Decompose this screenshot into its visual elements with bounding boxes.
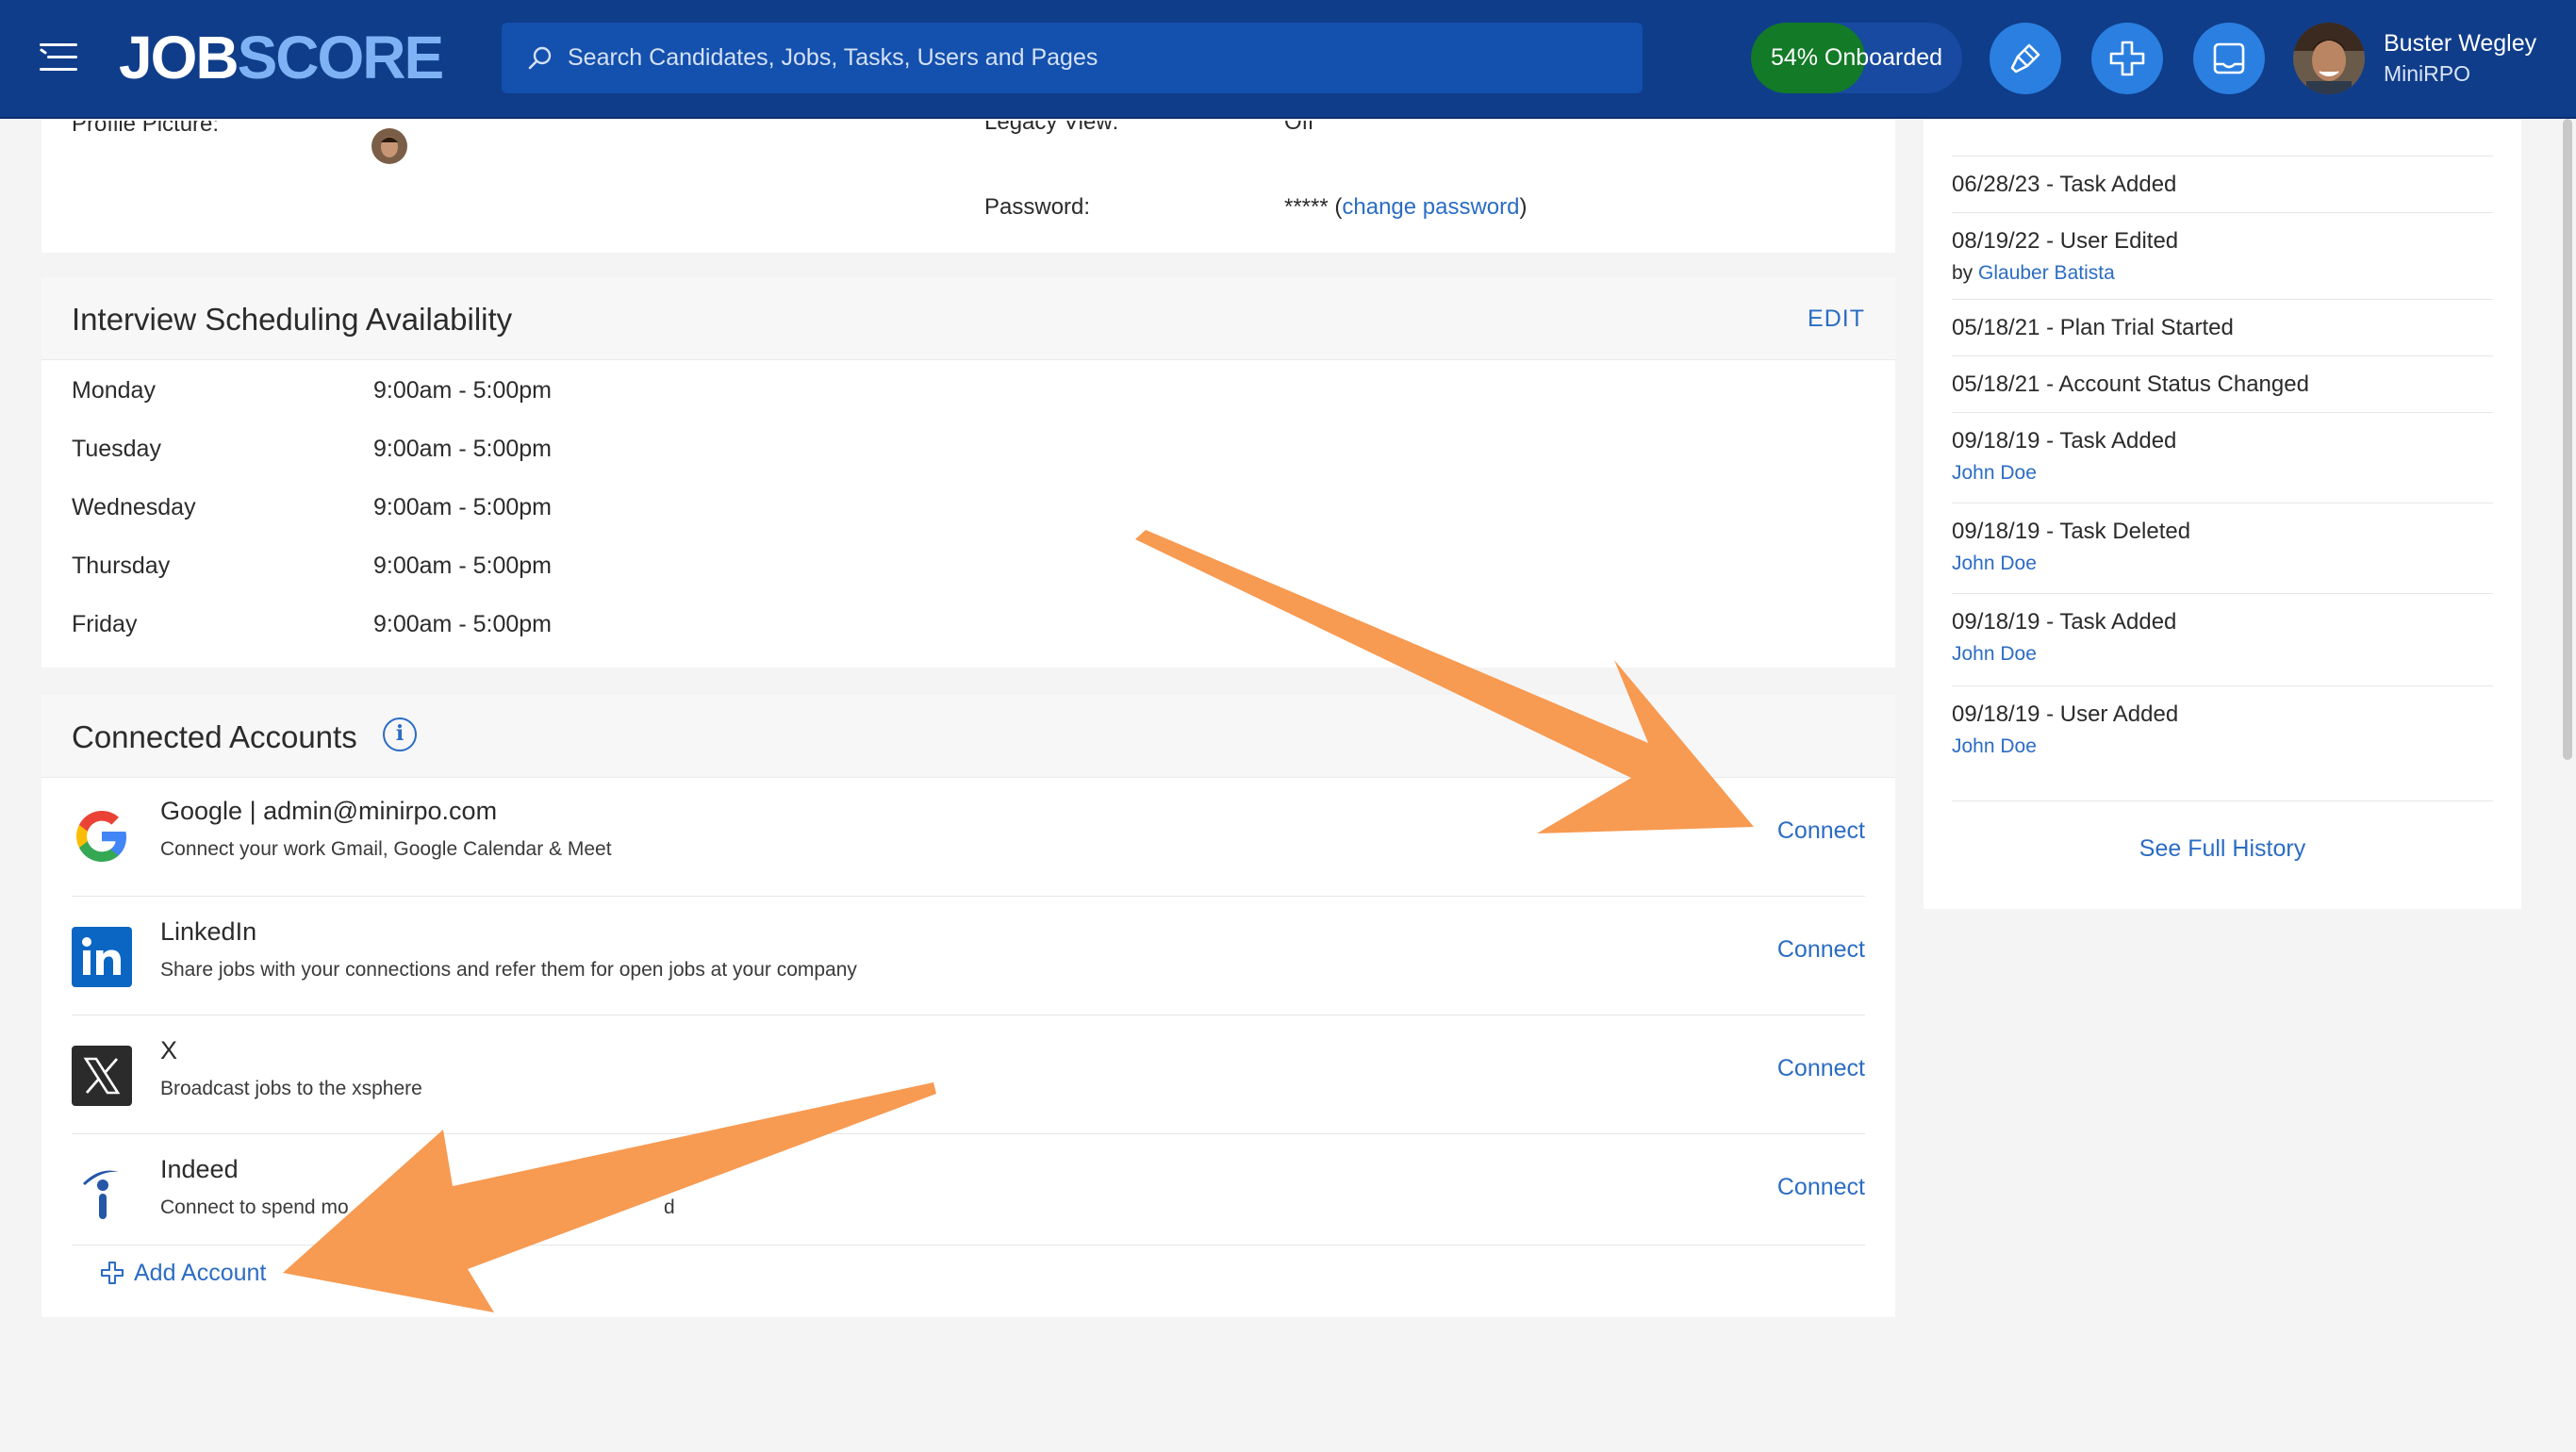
user-name[interactable]: Buster Wegley bbox=[2384, 30, 2536, 58]
history-event: 09/18/19 - User Added bbox=[1952, 701, 2179, 727]
connect-linkedin-button[interactable]: Connect bbox=[1777, 936, 1865, 964]
history-item: 08/19/22 - User Edited by Glauber Batist… bbox=[1952, 213, 2493, 300]
account-row-indeed: Indeed Connect to spend mo d Connect bbox=[72, 1134, 1865, 1246]
accounts-title: Connected Accounts bbox=[72, 719, 357, 754]
global-search[interactable] bbox=[502, 23, 1643, 93]
paren-close: ) bbox=[1519, 194, 1527, 220]
search-icon bbox=[528, 46, 552, 69]
history-actor-link[interactable]: John Doe bbox=[1952, 462, 2037, 485]
account-name: Google | admin@minirpo.com bbox=[160, 797, 498, 825]
history-item: 05/18/21 - Account Status Changed bbox=[1952, 356, 2493, 413]
password-label: Password: bbox=[984, 194, 1091, 220]
account-row-linkedin: LinkedIn Share jobs with your connection… bbox=[72, 897, 1865, 1015]
history-item: 09/18/19 - Task Added John Doe bbox=[1952, 594, 2493, 686]
history-event: 08/19/22 - User Edited bbox=[1952, 228, 2179, 254]
search-input[interactable] bbox=[568, 44, 1605, 72]
history-actor-link[interactable]: John Doe bbox=[1952, 553, 2037, 575]
day-hours: 9:00am - 5:00pm bbox=[373, 494, 552, 520]
user-avatar[interactable] bbox=[2293, 23, 2365, 94]
add-new-button[interactable] bbox=[2091, 23, 2163, 94]
profile-details-card: Profile Picture: Legacy View: Off Passwo… bbox=[41, 119, 1895, 253]
onboarding-progress-label: 54% Onboarded bbox=[1770, 44, 1943, 71]
history-event: 05/18/21 - Account Status Changed bbox=[1952, 371, 2309, 397]
day-name: Monday bbox=[72, 377, 156, 404]
day-name: Thursday bbox=[72, 553, 171, 579]
page-scrollbar-thumb[interactable] bbox=[2563, 119, 2572, 760]
account-description: Connect to spend mo bbox=[160, 1196, 349, 1218]
history-item: 05/18/21 - Plan Trial Started bbox=[1952, 300, 2493, 356]
password-mask: ***** bbox=[1284, 194, 1329, 220]
history-event: 06/28/23 - Task Added bbox=[1952, 172, 2177, 197]
day-hours: 9:00am - 5:00pm bbox=[373, 377, 552, 404]
account-name: Indeed bbox=[160, 1155, 239, 1183]
account-description-tail: d bbox=[664, 1196, 675, 1218]
inbox-icon bbox=[2213, 42, 2245, 74]
history-item: 09/18/19 - Task Added John Doe bbox=[1952, 413, 2493, 503]
change-password-link[interactable]: change password bbox=[1342, 194, 1519, 220]
interview-availability-card: Interview Scheduling Availability EDIT M… bbox=[41, 277, 1895, 668]
history-item: 09/18/19 - User Added John Doe bbox=[1952, 686, 2493, 801]
history-actor-line: by Glauber Batista bbox=[1952, 262, 2115, 285]
edit-availability-button[interactable]: EDIT bbox=[1808, 305, 1865, 333]
connect-google-button[interactable]: Connect bbox=[1777, 817, 1865, 845]
menu-toggle-icon[interactable] bbox=[39, 41, 77, 74]
tools-button[interactable] bbox=[1990, 23, 2061, 94]
plus-icon bbox=[2109, 41, 2145, 76]
add-account-button[interactable]: Add Account bbox=[100, 1257, 266, 1289]
top-navigation-bar: JOBSCORE 54% Onboarded bbox=[0, 0, 2576, 119]
info-icon[interactable]: i bbox=[383, 718, 417, 751]
connected-accounts-card: Connected Accounts i Google | admin@mini… bbox=[41, 695, 1895, 1317]
account-description: Connect your work Gmail, Google Calendar… bbox=[160, 838, 612, 860]
account-name: LinkedIn bbox=[160, 917, 257, 946]
history-event: 09/18/19 - Task Added bbox=[1952, 609, 2177, 635]
plus-icon bbox=[101, 1262, 124, 1284]
history-by-prefix: by bbox=[1952, 262, 1979, 284]
history-event: 05/18/21 - Plan Trial Started bbox=[1952, 315, 2234, 340]
inbox-button[interactable] bbox=[2193, 23, 2265, 94]
account-row-google: Google | admin@minirpo.com Connect your … bbox=[72, 778, 1865, 897]
logo-text-score: SCORE bbox=[237, 24, 445, 91]
accounts-card-header: Connected Accounts i bbox=[41, 695, 1895, 778]
user-organization: MiniRPO bbox=[2384, 61, 2471, 86]
day-name: Friday bbox=[72, 611, 138, 637]
account-row-x: X Broadcast jobs to the xsphere Connect bbox=[72, 1015, 1865, 1134]
indeed-icon bbox=[83, 1170, 119, 1219]
history-actor-link[interactable]: Glauber Batista bbox=[1978, 262, 2115, 284]
history-panel: 06/28/23 - Task Added 08/19/22 - User Ed… bbox=[1924, 119, 2521, 909]
linkedin-icon bbox=[72, 927, 132, 987]
user-avatar-photo-icon bbox=[2293, 23, 2365, 94]
history-item: 06/28/23 - Task Added bbox=[1952, 157, 2493, 213]
x-icon bbox=[72, 1046, 132, 1106]
see-full-history-link[interactable]: See Full History bbox=[1924, 835, 2521, 863]
onboarding-progress-pill[interactable]: 54% Onboarded bbox=[1751, 23, 1962, 93]
history-item: 09/18/19 - Task Deleted John Doe bbox=[1952, 503, 2493, 594]
connect-indeed-button[interactable]: Connect bbox=[1777, 1174, 1865, 1201]
account-description: Broadcast jobs to the xsphere bbox=[160, 1078, 422, 1099]
day-name: Tuesday bbox=[72, 436, 161, 462]
profile-picture-photo-icon bbox=[372, 128, 407, 164]
add-account-label: Add Account bbox=[134, 1259, 267, 1286]
profile-picture bbox=[372, 128, 407, 164]
availability-title: Interview Scheduling Availability bbox=[72, 302, 513, 337]
history-divider bbox=[1952, 119, 2493, 157]
day-hours: 9:00am - 5:00pm bbox=[373, 553, 552, 579]
google-icon bbox=[76, 811, 126, 862]
account-name: X bbox=[160, 1036, 178, 1064]
history-event: 09/18/19 - Task Added bbox=[1952, 428, 2177, 454]
history-event: 09/18/19 - Task Deleted bbox=[1952, 519, 2191, 544]
history-actor-link[interactable]: John Doe bbox=[1952, 643, 2037, 666]
password-value: ***** (change password) bbox=[1284, 194, 1527, 221]
day-name: Wednesday bbox=[72, 494, 196, 520]
connect-x-button[interactable]: Connect bbox=[1777, 1055, 1865, 1082]
availability-card-header: Interview Scheduling Availability EDIT bbox=[41, 277, 1895, 360]
history-actor-link[interactable]: John Doe bbox=[1952, 735, 2037, 758]
account-description: Share jobs with your connections and ref… bbox=[160, 959, 857, 981]
day-hours: 9:00am - 5:00pm bbox=[373, 436, 552, 462]
paint-brush-icon bbox=[2010, 43, 2040, 74]
jobscore-logo[interactable]: JOBSCORE bbox=[119, 24, 445, 91]
logo-text-job: JOB bbox=[119, 24, 239, 91]
day-hours: 9:00am - 5:00pm bbox=[373, 611, 552, 637]
